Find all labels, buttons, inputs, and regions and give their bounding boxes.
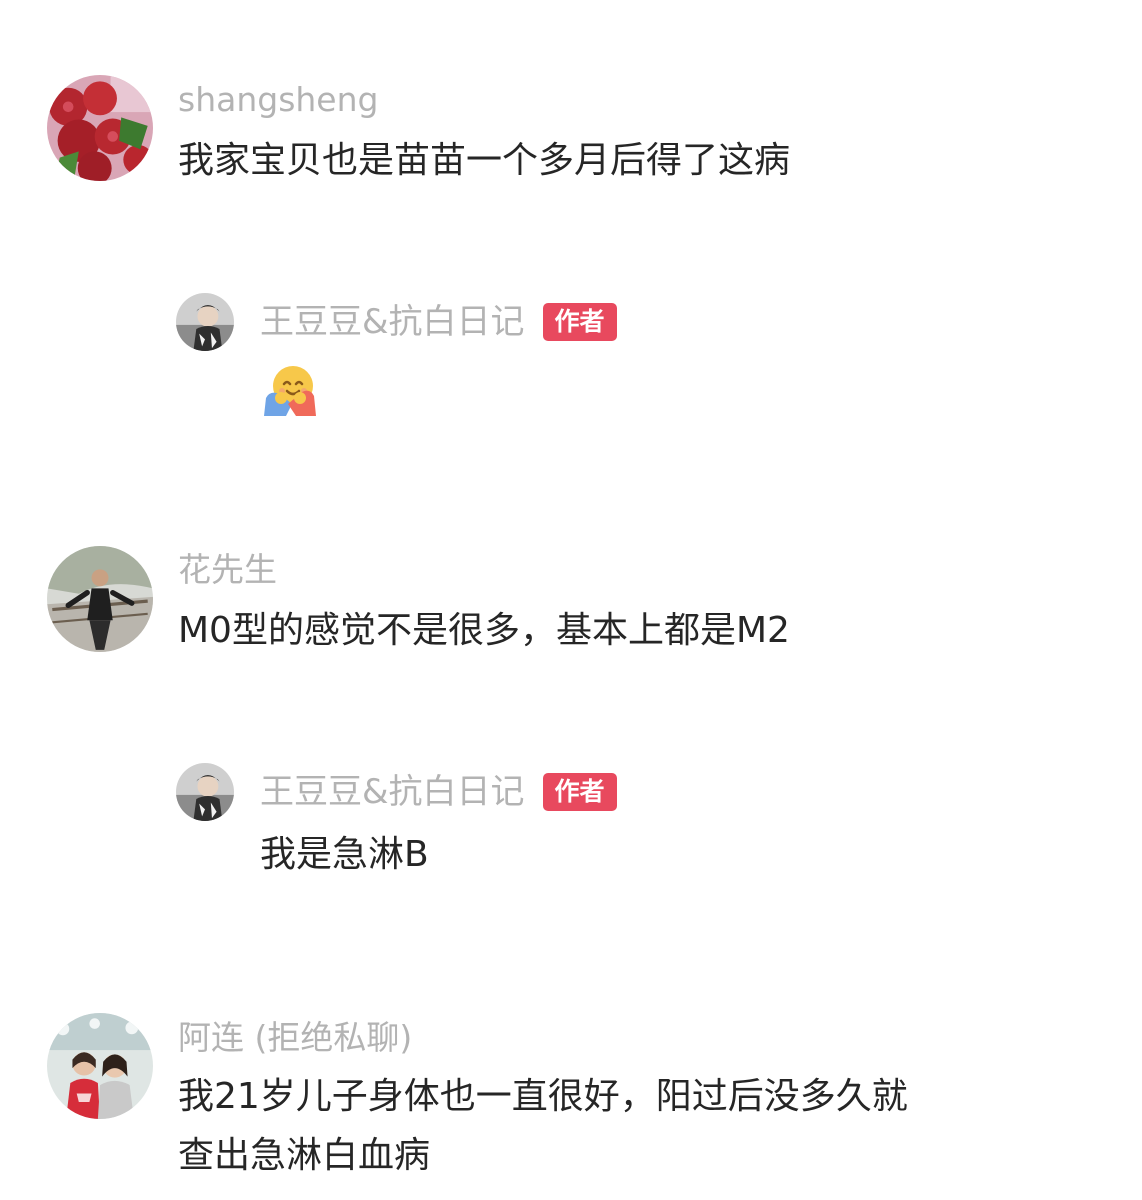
reply-text: 我是急淋B bbox=[260, 834, 429, 875]
comment-item: 花先生 M0型的感觉不是很多，基本上都是M2 bbox=[0, 530, 1142, 690]
comment-author-name[interactable]: 阿连 (拒绝私聊) bbox=[178, 1017, 412, 1059]
reply-item: 王豆豆&抗白日记 作者 我是急淋B bbox=[0, 720, 1142, 920]
reply-author-name[interactable]: 王豆豆&抗白日记 bbox=[260, 301, 525, 343]
author-badge: 作者 bbox=[542, 303, 617, 341]
reply-item: 王豆豆&抗白日记 作者 bbox=[0, 250, 1142, 470]
comment-text-line: 查出急淋白血病 bbox=[178, 1135, 431, 1176]
comment-item: shangsheng 我家宝贝也是苗苗一个多月后得了这病 bbox=[0, 0, 1142, 250]
comment-text: M0型的感觉不是很多，基本上都是M2 bbox=[178, 610, 790, 651]
tomato-avatar-icon[interactable] bbox=[47, 75, 153, 181]
reply-author-row: 王豆豆&抗白日记 作者 bbox=[260, 771, 617, 813]
reply-author-row: 王豆豆&抗白日记 作者 bbox=[260, 301, 617, 343]
author-avatar-icon[interactable] bbox=[176, 763, 234, 821]
comment-author-name[interactable]: 花先生 bbox=[178, 549, 277, 591]
reply-author-name[interactable]: 王豆豆&抗白日记 bbox=[260, 771, 525, 813]
author-badge: 作者 bbox=[542, 773, 617, 811]
hugging-face-emoji bbox=[262, 364, 318, 416]
comment-author-name[interactable]: shangsheng bbox=[178, 80, 378, 120]
comment-text: 我家宝贝也是苗苗一个多月后得了这病 bbox=[178, 140, 791, 181]
comment-text-line: 我21岁儿子身体也一直很好，阳过后没多久就 bbox=[178, 1076, 908, 1117]
comment-item: 阿连 (拒绝私聊) 我21岁儿子身体也一直很好，阳过后没多久就 查出急淋白血病 bbox=[0, 1000, 1142, 1200]
author-avatar-icon[interactable] bbox=[176, 293, 234, 351]
man-photo-avatar-icon[interactable] bbox=[47, 546, 153, 652]
women-photo-avatar-icon[interactable] bbox=[47, 1013, 153, 1119]
